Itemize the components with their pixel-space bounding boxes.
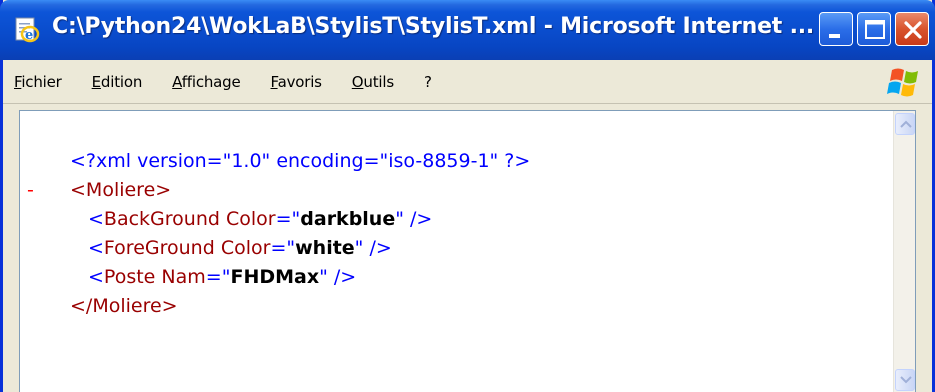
menu-fichier[interactable]: Fichier [11, 71, 65, 93]
maximize-button[interactable] [857, 12, 891, 46]
xml-element-line: <BackGround Color="darkblue" /> [88, 208, 433, 230]
browser-window: e C:\Python24\WokLaB\StylisT\StylisT.xml… [0, 0, 935, 392]
xml-declaration: <?xml version="1.0" encoding="iso-8859-1… [70, 150, 531, 172]
vertical-scrollbar[interactable] [893, 111, 915, 392]
window-title: C:\Python24\WokLaB\StylisT\StylisT.xml -… [52, 14, 815, 39]
maximize-icon [865, 20, 885, 39]
menu-favoris[interactable]: Favoris [268, 71, 325, 93]
xml-attr-value: FHDMax [230, 266, 320, 288]
xml-root-open-tag: <Moliere> [70, 179, 172, 201]
windows-flag-icon [887, 68, 918, 97]
xml-tag-name: Poste [103, 266, 156, 288]
svg-text:e: e [25, 28, 33, 43]
xml-element-line: <Poste Nam="FHDMax" /> [88, 266, 357, 288]
window-controls [819, 12, 929, 46]
scroll-down-button[interactable] [895, 369, 915, 391]
title-bar[interactable]: e C:\Python24\WokLaB\StylisT\StylisT.xml… [0, 0, 935, 60]
xml-attr-name: Color [220, 237, 271, 259]
chevron-down-icon [900, 376, 912, 384]
xml-tag-name: BackGround [103, 208, 220, 230]
close-icon [904, 21, 922, 39]
menu-affichage[interactable]: Affichage [169, 71, 243, 93]
xml-root-close-line: </Moliere> [20, 292, 530, 321]
xml-tag-name: ForeGround [103, 237, 215, 259]
menu-outils[interactable]: Outils [349, 71, 397, 93]
ie-document-icon[interactable]: e [12, 16, 42, 44]
minimize-button[interactable] [819, 12, 853, 46]
xml-viewer[interactable]: <?xml version="1.0" encoding="iso-8859-1… [19, 110, 916, 392]
menu-help[interactable]: ? [421, 71, 435, 93]
menu-items: Fichier Edition Affichage Favoris Outils… [11, 60, 459, 104]
chevron-up-icon [900, 120, 912, 128]
xml-document: <?xml version="1.0" encoding="iso-8859-1… [20, 147, 530, 321]
collapse-toggle[interactable]: - [27, 176, 34, 205]
xml-attr-name: Nam [161, 266, 206, 288]
xml-root-open-line: - <Moliere> [20, 176, 530, 205]
menu-bar: Fichier Edition Affichage Favoris Outils… [3, 60, 932, 104]
xml-root-close-tag: </Moliere> [70, 295, 178, 317]
xml-declaration-line: <?xml version="1.0" encoding="iso-8859-1… [20, 147, 530, 176]
xml-attr-name: Color [225, 208, 276, 230]
close-button[interactable] [895, 12, 929, 46]
xml-element-line: <ForeGround Color="white" /> [88, 237, 392, 259]
xml-attr-value: darkblue [300, 208, 396, 230]
minimize-icon [829, 34, 840, 38]
scroll-up-button[interactable] [895, 113, 915, 135]
menu-edition[interactable]: Edition [89, 71, 146, 93]
xml-attr-value: white [295, 237, 355, 259]
